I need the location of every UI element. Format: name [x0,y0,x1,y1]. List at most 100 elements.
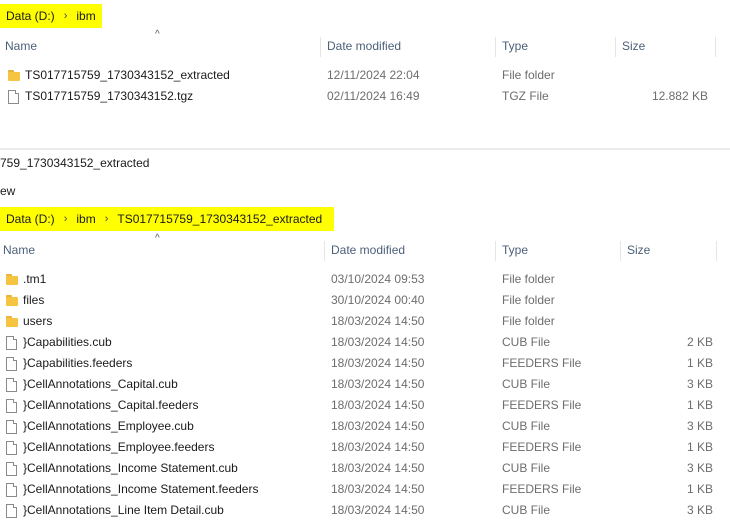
file-date: 18/03/2024 14:50 [331,503,425,517]
file-list-row[interactable]: }CellAnnotations_Line Item Detail.cub 18/… [0,500,730,521]
file-icon [8,90,19,104]
file-list-row[interactable]: }CellAnnotations_Capital.feeders 18/03/20… [0,395,730,416]
file-date: 18/03/2024 14:50 [331,335,425,349]
chevron-right-icon: › [63,10,68,22]
file-name: }CellAnnotations_Income Statement.cub [23,461,238,475]
file-type: FEEDERS File [502,356,582,370]
file-date: 18/03/2024 14:50 [331,440,425,454]
breadcrumb-folder-ibm[interactable]: ibm [76,212,95,226]
column-header-type[interactable]: Type [502,239,528,261]
chevron-right-icon: › [104,213,109,225]
file-size: 3 KB [686,503,713,517]
column-divider[interactable] [495,241,496,261]
file-type: CUB File [502,461,551,475]
column-divider[interactable] [324,241,325,261]
file-icon [6,483,17,497]
column-header-name[interactable]: Name [3,239,35,261]
column-header-date[interactable]: Date modified [331,239,405,261]
file-list-row[interactable]: users 18/03/2024 14:50 File folder [0,311,730,332]
file-size: 2 KB [686,335,713,349]
breadcrumb-highlight: Data (D:) › ibm › TS017715759_1730343152… [0,207,335,231]
file-name: .tm1 [23,272,47,286]
file-type: TGZ File [502,89,549,103]
file-type: File folder [502,293,555,307]
ribbon-tab-view[interactable]: ew [0,184,15,198]
file-date: 18/03/2024 14:50 [331,314,425,328]
file-list-row[interactable]: }CellAnnotations_Capital.cub 18/03/2024 1… [0,374,730,395]
file-date: 18/03/2024 14:50 [331,419,425,433]
file-date: 18/03/2024 14:50 [331,356,425,370]
file-name: files [23,293,45,307]
chevron-right-icon: › [63,213,68,225]
file-icon [6,441,17,455]
folder-icon [6,274,18,285]
file-list-row[interactable]: TS017715759_1730343152_extracted 12/11/2… [0,65,730,86]
file-date: 30/10/2024 00:40 [331,293,425,307]
file-list-row[interactable]: .tm1 03/10/2024 09:53 File folder [0,269,730,290]
file-date: 18/03/2024 14:50 [331,461,425,475]
file-size: 1 KB [686,482,713,496]
folder-icon [6,316,18,327]
file-type: CUB File [502,377,551,391]
file-icon [6,357,17,371]
top-address-bar[interactable]: Data (D:) › ibm [0,4,102,28]
file-name: TS017715759_1730343152.tgz [25,89,194,103]
file-name: }CellAnnotations_Income Statement.feeder… [23,482,259,496]
file-icon [6,504,17,518]
column-divider[interactable] [716,241,717,261]
file-type: CUB File [502,335,551,349]
file-type: FEEDERS File [502,482,582,496]
file-name: TS017715759_1730343152_extracted [25,68,230,82]
breadcrumb: Data (D:) › ibm [0,4,102,28]
column-header-size[interactable]: Size [622,35,645,57]
file-name: users [23,314,53,328]
file-list-row[interactable]: }CellAnnotations_Employee.cub 18/03/2024 … [0,416,730,437]
file-icon [6,399,17,413]
sort-ascending-icon: ^ [155,233,160,244]
column-header-row: ^ Name Date modified Type Size [0,233,730,261]
file-name: }Capabilities.feeders [23,356,133,370]
breadcrumb-drive[interactable]: Data (D:) [6,9,55,23]
column-divider[interactable] [620,241,621,261]
file-list-row[interactable]: }Capabilities.feeders 18/03/2024 14:50 FEE… [0,353,730,374]
column-header-row: ^ Name Date modified Type Size [0,29,730,57]
file-size: 3 KB [686,419,713,433]
file-date: 18/03/2024 14:50 [331,482,425,496]
file-name: }CellAnnotations_Employee.cub [23,419,194,433]
file-list-row[interactable]: TS017715759_1730343152.tgz 02/11/2024 16… [0,86,730,107]
file-list-row[interactable]: }CellAnnotations_Employee.feeders 18/03/2… [0,437,730,458]
file-size: 12.882 KB [651,89,708,103]
file-type: File folder [502,272,555,286]
breadcrumb-folder-extracted[interactable]: TS017715759_1730343152_extracted [117,212,322,226]
file-list-row[interactable]: files 30/10/2024 00:40 File folder [0,290,730,311]
file-size: 1 KB [686,398,713,412]
column-header-date[interactable]: Date modified [327,35,401,57]
file-size: 1 KB [686,440,713,454]
bottom-address-bar[interactable]: Data (D:) › ibm › TS017715759_1730343152… [0,207,335,231]
breadcrumb-drive[interactable]: Data (D:) [6,212,55,226]
file-list-row[interactable]: }Capabilities.cub 18/03/2024 14:50 CUB Fil… [0,332,730,353]
file-icon [6,336,17,350]
file-name: }CellAnnotations_Employee.feeders [23,440,215,454]
column-divider[interactable] [715,37,716,57]
file-date: 18/03/2024 14:50 [331,377,425,391]
file-type: File folder [502,314,555,328]
column-divider[interactable] [495,37,496,57]
breadcrumb-highlight: Data (D:) › ibm [0,4,102,28]
column-divider[interactable] [320,37,321,57]
file-list-row[interactable]: }CellAnnotations_Income Statement.cub 18/… [0,458,730,479]
column-header-size[interactable]: Size [627,239,650,261]
file-icon [6,420,17,434]
breadcrumb-folder-ibm[interactable]: ibm [76,9,95,23]
file-icon [6,462,17,476]
folder-icon [6,295,18,306]
file-list-row[interactable]: }CellAnnotations_Income Statement.feeder… [0,479,730,500]
column-divider[interactable] [615,37,616,57]
folder-icon [8,70,20,81]
column-header-name[interactable]: Name [5,35,37,57]
top-explorer-window: Data (D:) › ibm ^ Name Date modified Typ… [0,0,730,148]
window-title: 759_1730343152_extracted [0,156,150,170]
file-name: }CellAnnotations_Line Item Detail.cub [23,503,224,517]
column-header-type[interactable]: Type [502,35,528,57]
file-type: FEEDERS File [502,440,582,454]
